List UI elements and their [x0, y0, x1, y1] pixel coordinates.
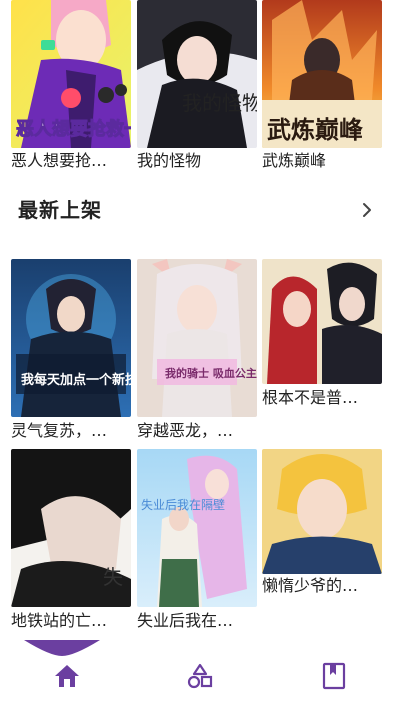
comic-title: 恶人想要抢…	[11, 151, 108, 170]
top-comic-row: 恶人想要抢救一下 恶人想要抢… 我的怪物 我的怪物	[0, 0, 400, 180]
comic-card[interactable]: 武炼巅峰 武炼巅峰	[262, 0, 382, 170]
comic-cover[interactable]: 武炼巅峰	[262, 0, 382, 148]
cover-text: 我的骑士 吸血公主	[165, 366, 257, 380]
comic-card[interactable]: 我的骑士 吸血公主 穿越恶龙，…	[137, 259, 257, 441]
comic-title: 我的怪物	[137, 151, 202, 170]
comic-title: 武炼巅峰	[262, 151, 327, 170]
comic-cover[interactable]: 我的骑士 吸血公主	[137, 259, 257, 417]
comic-title: 失业后我在…	[137, 611, 234, 630]
comic-card[interactable]: 我的怪物 我的怪物	[137, 0, 257, 170]
cover-text: 恶人想要抢救一下	[16, 118, 131, 140]
comic-cover[interactable]: 我每天加点一个新技能	[11, 259, 131, 417]
cover-text: 武炼巅峰	[267, 115, 363, 144]
comic-cover[interactable]: 恶人想要抢救一下	[11, 0, 131, 148]
comic-cover[interactable]: 失业后我在隔壁	[137, 449, 257, 607]
nav-home[interactable]	[0, 642, 133, 710]
comic-cover[interactable]: 失	[11, 449, 131, 607]
comic-title: 根本不是普…	[262, 388, 359, 407]
section-title: 最新上架	[18, 198, 102, 222]
comic-cover[interactable]: 我的怪物	[137, 0, 257, 148]
comic-card[interactable]: 我每天加点一个新技能 灵气复苏，…	[11, 259, 131, 441]
comic-card[interactable]: 恶人想要抢救一下 恶人想要抢…	[11, 0, 131, 170]
section-header-new-releases[interactable]: 最新上架	[18, 192, 382, 228]
nav-bookshelf[interactable]	[267, 642, 400, 710]
comic-card[interactable]: 失 地铁站的亡…	[11, 449, 131, 631]
cover-text: 失	[103, 565, 123, 589]
comic-cover[interactable]	[262, 259, 382, 384]
comic-title: 穿越恶龙，…	[137, 421, 234, 440]
bottom-navigation	[0, 640, 400, 710]
comic-card[interactable]	[262, 259, 382, 384]
home-icon	[54, 665, 79, 687]
comic-title: 灵气复苏，…	[11, 421, 108, 440]
comic-title: 懒惰少爷的…	[262, 576, 359, 595]
comic-title: 地铁站的亡…	[11, 611, 108, 630]
cover-text: 我的怪物	[182, 91, 257, 115]
book-icon	[322, 662, 345, 690]
nav-categories[interactable]	[133, 642, 266, 710]
comic-card[interactable]: 失业后我在隔壁 失业后我在…	[137, 449, 257, 631]
app-screen: 恶人想要抢救一下 恶人想要抢… 我的怪物 我的怪物	[0, 0, 400, 710]
cover-text: 失业后我在隔壁	[141, 497, 225, 512]
comic-card[interactable]	[262, 449, 382, 574]
cover-text: 我每天加点一个新技能	[21, 372, 131, 388]
shapes-icon	[187, 663, 212, 689]
chevron-right-icon[interactable]	[360, 202, 374, 218]
comic-cover[interactable]	[262, 449, 382, 574]
